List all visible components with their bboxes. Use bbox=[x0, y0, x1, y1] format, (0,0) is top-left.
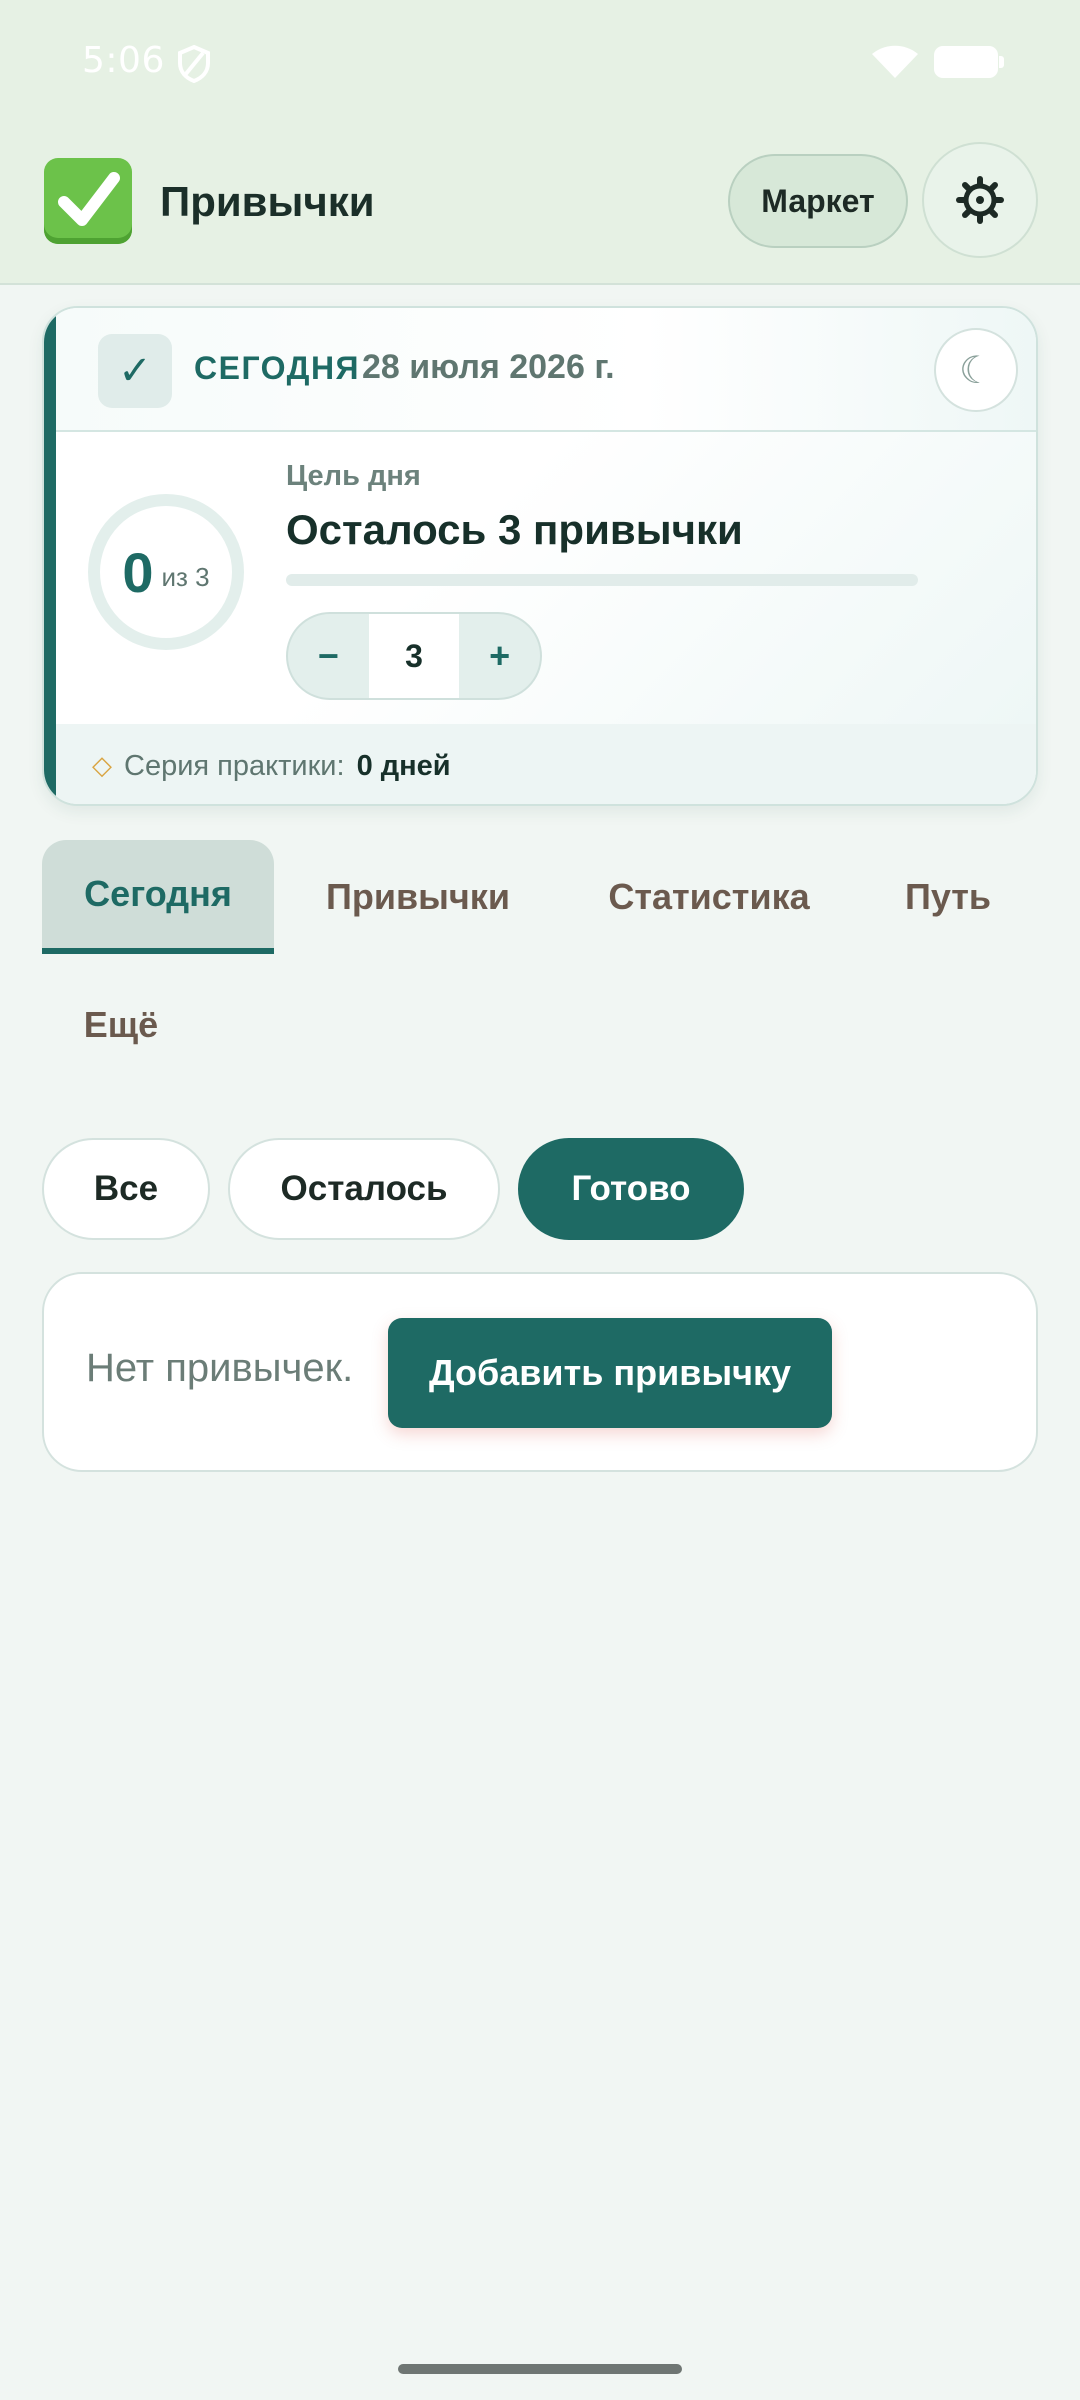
settings-button[interactable] bbox=[922, 142, 1038, 258]
status-time: 5:06 bbox=[82, 40, 165, 81]
streak-row: ◇ Серия практики: 0 дней bbox=[56, 724, 1036, 804]
filter-remaining[interactable]: Осталось bbox=[228, 1138, 500, 1240]
gear-icon bbox=[956, 176, 1004, 224]
increase-goal-button[interactable]: + bbox=[459, 614, 540, 698]
home-indicator[interactable] bbox=[398, 2364, 682, 2374]
daily-goal-section: 0 из 3 Цель дня Осталось 3 привычки − 3 … bbox=[56, 432, 1036, 724]
filter-all[interactable]: Все bbox=[42, 1138, 210, 1240]
filter-done[interactable]: Готово bbox=[518, 1138, 744, 1240]
battery-icon bbox=[934, 46, 1004, 78]
tab-path[interactable]: Путь bbox=[880, 840, 1016, 954]
tab-today[interactable]: Сегодня bbox=[42, 840, 274, 954]
goal-value: 3 bbox=[368, 614, 460, 698]
market-button[interactable]: Маркет bbox=[728, 154, 908, 248]
progress-count: 0 из 3 bbox=[86, 492, 246, 652]
wifi-icon bbox=[872, 45, 918, 78]
today-label: СЕГОДНЯ bbox=[194, 350, 361, 386]
status-bar: 5:06 bbox=[0, 0, 1080, 130]
goal-caption: Цель дня bbox=[286, 460, 421, 492]
empty-state-text: Нет привычек. bbox=[86, 1346, 354, 1390]
goal-progress-bar bbox=[286, 574, 918, 586]
goal-stepper: − 3 + bbox=[286, 612, 542, 700]
goal-title: Осталось 3 привычки bbox=[286, 506, 743, 553]
app-title: Привычки bbox=[160, 178, 375, 225]
check-logo-icon bbox=[44, 158, 132, 244]
shield-icon bbox=[178, 44, 210, 84]
empty-state-card: Нет привычек. Добавить привычку bbox=[42, 1272, 1038, 1472]
today-card: ✓ СЕГОДНЯ 28 июля 2026 г. ☾ 0 из 3 Цель … bbox=[42, 306, 1038, 806]
streak-value: 0 дней bbox=[356, 749, 451, 782]
check-icon: ✓ bbox=[98, 334, 172, 408]
card-accent-bar bbox=[44, 308, 56, 804]
of-total: из 3 bbox=[161, 561, 210, 592]
done-count: 0 bbox=[122, 540, 154, 604]
decrease-goal-button[interactable]: − bbox=[288, 614, 369, 698]
add-habit-button[interactable]: Добавить привычку bbox=[388, 1318, 832, 1428]
app-header: Привычки Маркет bbox=[0, 130, 1080, 285]
tab-habits[interactable]: Привычки bbox=[300, 840, 536, 954]
tab-more[interactable]: Ещё bbox=[42, 970, 200, 1080]
diamond-icon: ◇ bbox=[92, 751, 112, 781]
moon-icon-button[interactable]: ☾ bbox=[934, 328, 1018, 412]
streak-label: Серия практики: bbox=[124, 749, 345, 782]
today-card-header: ✓ СЕГОДНЯ 28 июля 2026 г. ☾ bbox=[56, 308, 1036, 432]
tab-statistics[interactable]: Статистика bbox=[584, 840, 834, 954]
today-date: 28 июля 2026 г. bbox=[362, 348, 615, 386]
